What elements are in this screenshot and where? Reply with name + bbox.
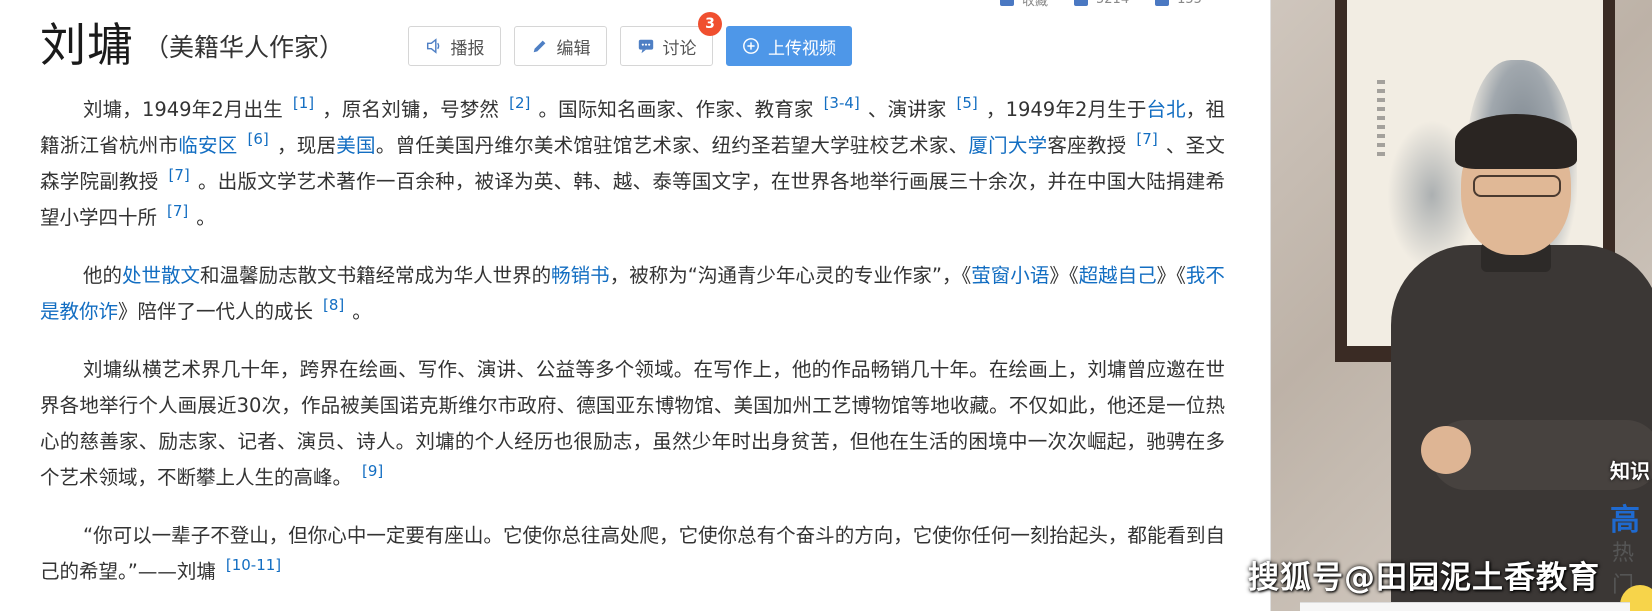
citation-link[interactable]: [7] [169, 166, 190, 184]
link-book-1[interactable]: 萤窗小语 [971, 264, 1049, 287]
citation-link[interactable]: [5] [957, 94, 978, 112]
like-count: 5214 [1096, 0, 1129, 7]
play-label: 播报 [450, 38, 485, 59]
portrait-image[interactable] [1270, 0, 1652, 611]
thumb-up-icon [1074, 0, 1089, 6]
play-button[interactable]: 播报 [408, 26, 501, 66]
text: 他的 [83, 264, 123, 287]
text: “你可以一辈子不登山，但你心中一定要有座山。它使你总往高处爬，它使你总有个奋斗的… [40, 524, 1225, 583]
bottom-strip [1300, 602, 1630, 611]
side-snippet-2[interactable]: 高 [1610, 495, 1640, 539]
collect-stat[interactable]: 收藏 [1000, 0, 1048, 9]
citation-link[interactable]: [7] [1136, 130, 1157, 148]
citation-link[interactable]: [7] [167, 202, 188, 220]
citation-link[interactable]: [3-4] [824, 94, 860, 112]
star-icon [1000, 0, 1014, 6]
like-stat[interactable]: 5214 [1074, 0, 1129, 7]
text: 。出版文学艺术著作一百余种，被译为英、韩、越、泰等国文字，在世界各地举行画展三十… [40, 170, 1225, 229]
paragraph-quote: “你可以一辈子不登山，但你心中一定要有座山。它使你总往高处爬，它使你总有个奋斗的… [40, 518, 1225, 590]
text: 》《 [1156, 264, 1186, 287]
text: 。 [352, 300, 372, 323]
edit-button[interactable]: 编辑 [514, 26, 607, 66]
text: 和温馨励志散文书籍经常成为华人世界的 [200, 264, 552, 287]
text: 。 [196, 206, 216, 229]
pencil-icon [533, 40, 545, 53]
page-title-row: 刘墉 （美籍华人作家） [40, 12, 344, 72]
hair [1455, 114, 1577, 169]
link-usa[interactable]: 美国 [336, 134, 376, 157]
text: ，1949年2月生于 [985, 98, 1147, 121]
link-bestseller[interactable]: 畅销书 [551, 264, 610, 287]
link-xiamen-university[interactable]: 厦门大学 [968, 134, 1047, 157]
text: 刘墉纵横艺术界几十年，跨界在绘画、写作、演讲、公益等多个领域。在写作上，他的作品… [40, 358, 1225, 489]
text: ，原名刘镛，号梦然 [322, 98, 500, 121]
speaker-icon [426, 38, 439, 54]
hand [1421, 426, 1471, 474]
link-linan[interactable]: 临安区 [178, 134, 237, 157]
page-subtitle: （美籍华人作家） [144, 33, 345, 62]
discuss-button[interactable]: 讨论 [620, 26, 713, 66]
page-title: 刘墉 [40, 18, 134, 72]
paragraph-career: 刘墉纵横艺术界几十年，跨界在绘画、写作、演讲、公益等多个领域。在写作上，他的作品… [40, 352, 1225, 496]
paragraph-books: 他的处世散文和温馨励志散文书籍经常成为华人世界的畅销书，被称为“沟通青少年心灵的… [40, 258, 1225, 330]
calligraphy-column [1377, 80, 1385, 160]
text: 》《 [1049, 264, 1079, 287]
text: 》陪伴了一代人的成长 [118, 300, 314, 323]
citation-link[interactable]: [8] [323, 296, 344, 314]
text: 。国际知名画家、作家、教育家 [538, 98, 814, 121]
side-snippet-1[interactable]: 知识 [1610, 455, 1650, 484]
edit-label: 编辑 [556, 38, 591, 59]
citation-link[interactable]: [1] [293, 94, 314, 112]
glasses [1473, 175, 1561, 197]
share-stat[interactable]: 155 [1155, 0, 1202, 7]
plus-circle-icon [743, 38, 759, 54]
text: 客座教授 [1047, 134, 1127, 157]
discuss-label: 讨论 [662, 38, 697, 59]
text: ，现居 [276, 134, 337, 157]
text: 、演讲家 [867, 98, 947, 121]
article-body: 刘墉，1949年2月出生 [1] ，原名刘镛，号梦然 [2] 。国际知名画家、作家、教育… [40, 92, 1225, 611]
citation-link[interactable]: [2] [509, 94, 530, 112]
link-taipei[interactable]: 台北 [1147, 98, 1186, 121]
comment-icon [638, 39, 653, 54]
link-prose[interactable]: 处世散文 [122, 264, 200, 287]
share-icon [1155, 0, 1170, 6]
source-watermark: 搜狐号@田园泥土香教育 [1248, 560, 1600, 596]
share-count: 155 [1177, 0, 1202, 7]
upload-video-button[interactable]: 上传视频 [726, 26, 852, 66]
text: 。曾任美国丹维尔美术馆驻馆艺术家、纽约圣若望大学驻校艺术家、 [375, 134, 969, 157]
collect-label: 收藏 [1022, 0, 1049, 9]
top-stats-bar: 收藏 5214 155 [1000, 0, 1202, 9]
text: ，被称为“沟通青少年心灵的专业作家”，《 [609, 264, 972, 287]
text: 刘墉，1949年2月出生 [83, 98, 283, 121]
upload-label: 上传视频 [768, 38, 836, 59]
citation-link[interactable]: [9] [362, 462, 383, 480]
citation-link[interactable]: [6] [248, 130, 269, 148]
paragraph-intro: 刘墉，1949年2月出生 [1] ，原名刘镛，号梦然 [2] 。国际知名画家、作家、教育… [40, 92, 1225, 236]
discuss-count-badge: 3 [698, 12, 722, 36]
link-book-2[interactable]: 超越自己 [1079, 264, 1157, 287]
citation-link[interactable]: [10-11] [226, 556, 281, 574]
